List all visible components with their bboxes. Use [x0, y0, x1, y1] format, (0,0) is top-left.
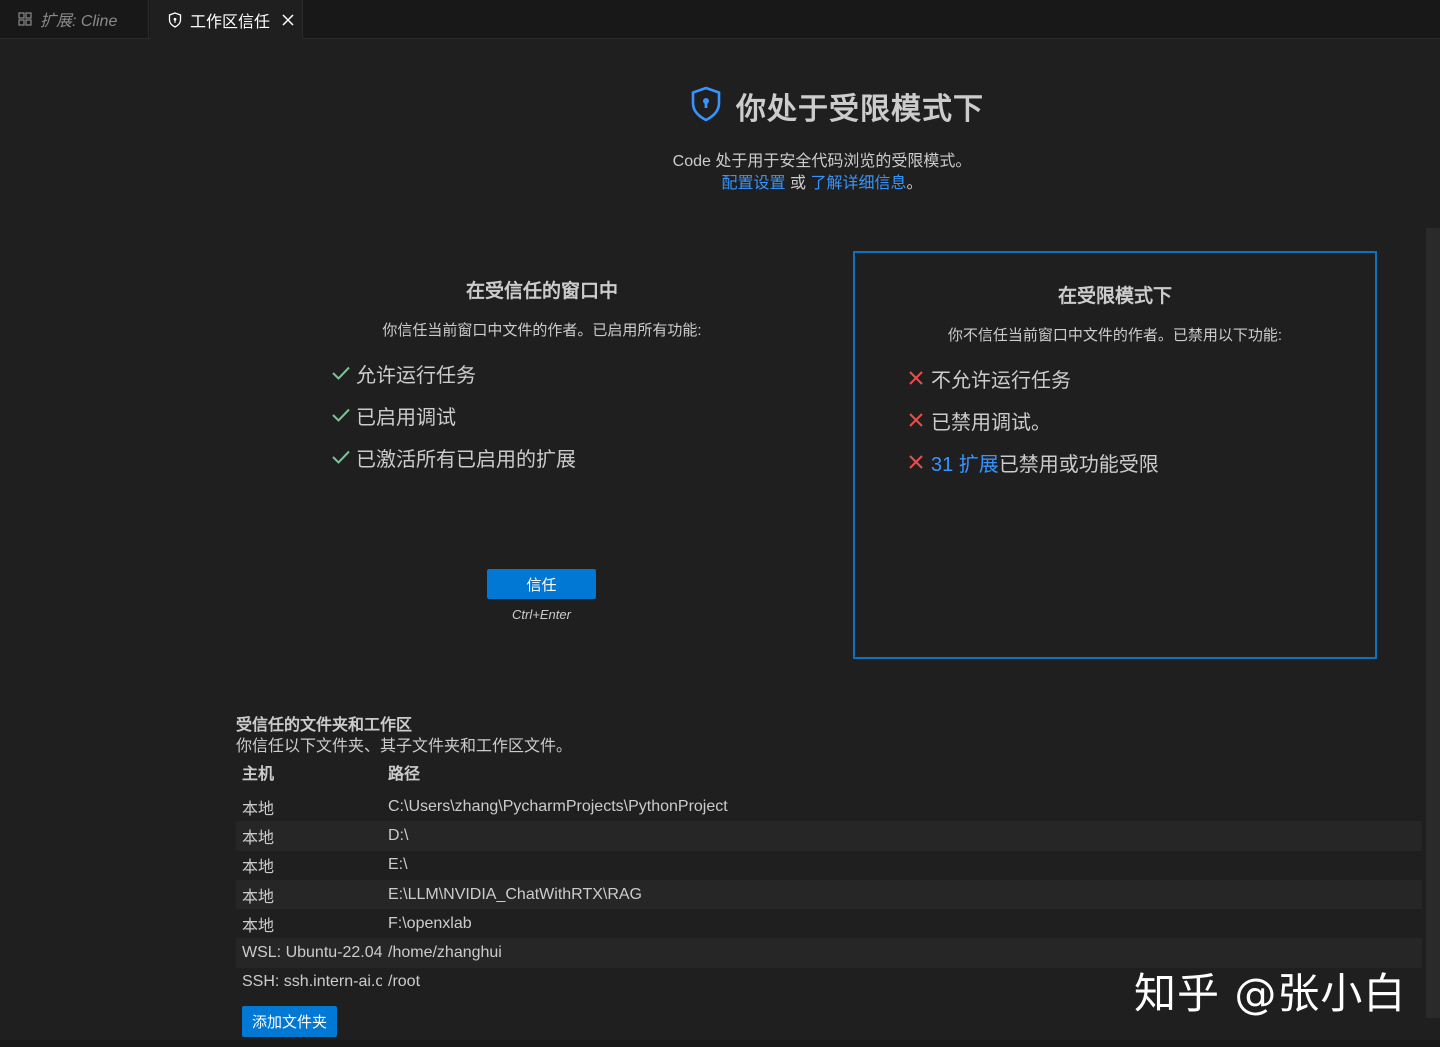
tab-extension-cline[interactable]: 扩展: Cline [0, 0, 149, 38]
scrollbar[interactable] [1426, 228, 1440, 1018]
restricted-column: 在受限模式下 你不信任当前窗口中文件的作者。已禁用以下功能: 不允许运行任务 已… [853, 251, 1377, 659]
trusted-column-description: 你信任当前窗口中文件的作者。已启用所有功能: [382, 322, 702, 339]
extensions-link[interactable]: 31 扩展 [931, 448, 999, 477]
table-header: 主机 路径 [236, 760, 1422, 784]
tab-label: 工作区信任 [190, 13, 271, 31]
tab-bar: 扩展: Cline 工作区信任 [0, 0, 1440, 39]
extensions-icon [16, 10, 34, 28]
feature-item: 不允许运行任务 [903, 357, 1375, 399]
configure-settings-link[interactable]: 配置设置 [722, 175, 786, 192]
trusted-folders-description: 你信任以下文件夹、其子文件夹和工作区文件。 [236, 738, 573, 755]
trust-shortcut: Ctrl+Enter [512, 607, 571, 622]
trusted-column-title: 在受信任的窗口中 [465, 281, 618, 302]
shield-icon [166, 11, 184, 29]
feature-item: 允许运行任务 [328, 352, 822, 394]
host-cell: 本地 [242, 859, 275, 877]
subtitle-text: Code 处于用于安全代码浏览的受限模式。 [672, 153, 972, 170]
table-row[interactable]: 本地 D:\ [236, 821, 1422, 851]
period-text: 。 [906, 175, 923, 192]
check-icon [328, 360, 354, 386]
table-row[interactable]: 本地 E:\LLM\NVIDIA_ChatWithRTX\RAG [236, 879, 1422, 910]
path-cell: F:\openxlab [388, 914, 472, 932]
restricted-column-description: 你不信任当前窗口中文件的作者。已禁用以下功能: [947, 327, 1283, 344]
watermark: 知乎 @张小白 [1134, 969, 1407, 1018]
page-header: 你处于受限模式下 [690, 84, 984, 128]
page-title: 你处于受限模式下 [736, 93, 984, 126]
learn-more-link[interactable]: 了解详细信息 [810, 175, 906, 192]
cross-icon [903, 365, 929, 391]
or-text: 或 [785, 175, 811, 192]
host-cell: 本地 [242, 917, 275, 935]
host-cell: WSL: Ubuntu-22.04 [242, 944, 382, 962]
path-column-header: 路径 [388, 766, 421, 783]
tab-workspace-trust[interactable]: 工作区信任 [150, 0, 303, 39]
path-cell: D:\ [388, 826, 409, 844]
feature-item: 已启用调试 [328, 394, 822, 436]
check-icon [328, 444, 354, 470]
tab-label: 扩展: Cline [40, 13, 118, 30]
host-cell: 本地 [242, 800, 275, 818]
cross-icon [903, 407, 929, 433]
cross-icon [903, 449, 929, 475]
table-row[interactable]: 本地 C:\Users\zhang\PycharmProjects\Python… [236, 792, 1422, 821]
shield-icon [690, 86, 722, 127]
feature-label: 允许运行任务 [356, 364, 476, 387]
path-cell: C:\Users\zhang\PycharmProjects\PythonPro… [388, 797, 728, 815]
feature-label: 已启用调试 [356, 406, 456, 429]
table-row[interactable]: 本地 E:\ [236, 851, 1422, 880]
path-cell: E:\LLM\NVIDIA_ChatWithRTX\RAG [388, 885, 642, 903]
page-subtitle: Code 处于用于安全代码浏览的受限模式。 配置设置 或 了解详细信息。 [600, 151, 1044, 195]
feature-label: 不允许运行任务 [931, 369, 1071, 392]
add-folder-button[interactable]: 添加文件夹 [242, 1006, 337, 1037]
host-cell: 本地 [242, 829, 275, 847]
host-column-header: 主机 [242, 766, 275, 783]
host-cell: SSH: ssh.intern-ai.or [242, 973, 382, 991]
feature-item: 已激活所有已启用的扩展 [328, 436, 822, 478]
feature-item: 已禁用调试。 [903, 399, 1375, 441]
bottom-edge [0, 1040, 1440, 1047]
path-cell: E:\ [388, 856, 408, 874]
restricted-column-title: 在受限模式下 [1057, 286, 1172, 307]
trust-button[interactable]: 信任 [487, 569, 596, 599]
feature-label: 已激活所有已启用的扩展 [356, 448, 576, 471]
table-row[interactable]: 本地 F:\openxlab [236, 909, 1422, 938]
close-icon[interactable] [280, 12, 296, 28]
check-icon [328, 402, 354, 428]
feature-label: 已禁用或功能受限 [998, 453, 1159, 476]
host-cell: 本地 [242, 888, 275, 906]
trusted-column: 在受信任的窗口中 你信任当前窗口中文件的作者。已启用所有功能: 允许运行任务 已… [262, 276, 822, 478]
feature-label: 已禁用调试。 [931, 411, 1051, 434]
feature-item: 31 扩展 已禁用或功能受限 [903, 441, 1375, 483]
